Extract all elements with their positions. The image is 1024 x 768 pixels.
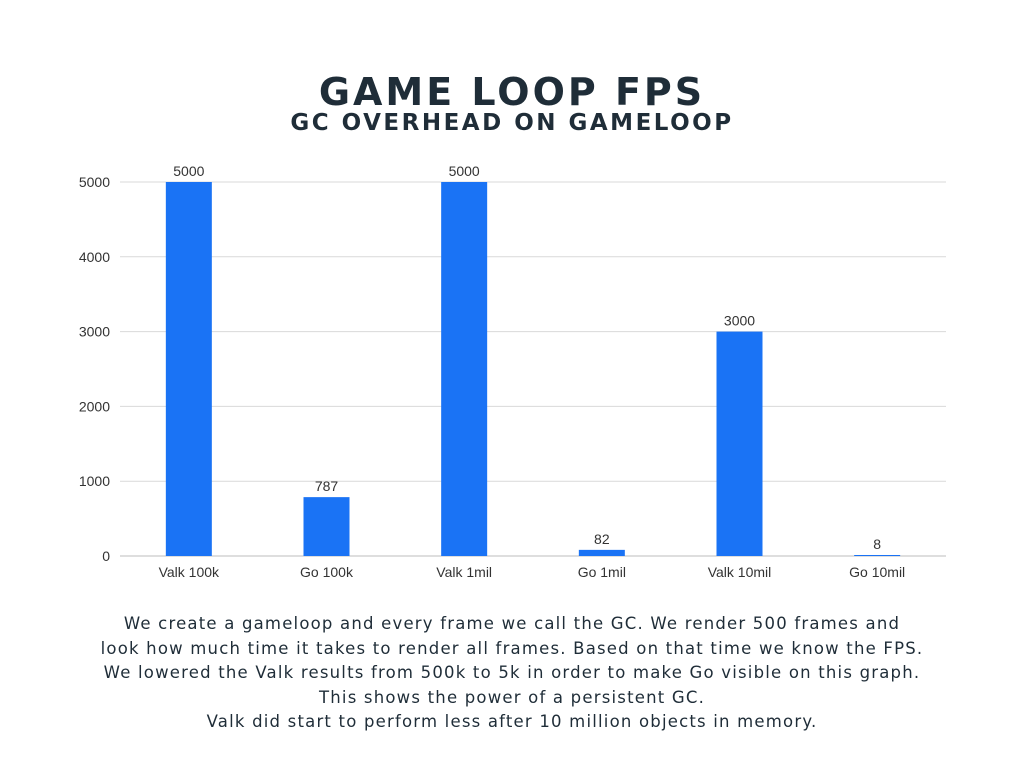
y-tick-label: 4000 bbox=[79, 249, 110, 265]
caption-line: look how much time it takes to render al… bbox=[100, 638, 924, 658]
x-tick-label: Go 1mil bbox=[578, 564, 626, 580]
x-tick-label: Valk 1mil bbox=[436, 564, 492, 580]
bar bbox=[854, 555, 901, 556]
y-tick-label: 3000 bbox=[79, 324, 110, 340]
data-label: 8 bbox=[873, 536, 881, 552]
caption-line: We create a gameloop and every frame we … bbox=[123, 614, 901, 633]
data-label: 82 bbox=[594, 531, 610, 547]
x-tick-label: Valk 10mil bbox=[708, 564, 772, 580]
caption-line: This shows the power of a persistent GC. bbox=[318, 687, 706, 707]
bar bbox=[303, 497, 350, 556]
data-label: 5000 bbox=[173, 163, 204, 179]
x-tick-label: Go 10mil bbox=[849, 564, 905, 580]
caption-line: We lowered the Valk results from 500k to… bbox=[103, 663, 921, 682]
data-label: 3000 bbox=[724, 313, 755, 329]
bar bbox=[165, 182, 212, 556]
bar bbox=[578, 549, 625, 556]
y-tick-label: 0 bbox=[102, 548, 110, 564]
caption-line: Valk did start to perform less after 10 … bbox=[206, 712, 818, 731]
x-tick-label: Go 100k bbox=[300, 564, 354, 580]
chart-caption: We create a gameloop and every frame we … bbox=[40, 612, 984, 735]
y-tick-label: 5000 bbox=[79, 174, 110, 190]
data-label: 5000 bbox=[449, 163, 480, 179]
y-tick-label: 2000 bbox=[79, 398, 110, 414]
bar bbox=[716, 331, 763, 556]
x-tick-label: Valk 100k bbox=[159, 564, 220, 580]
bar bbox=[441, 182, 488, 556]
data-label: 787 bbox=[315, 478, 339, 494]
y-tick-label: 1000 bbox=[79, 473, 110, 489]
bar-chart: 0 1000 2000 3000 4000 5000 5000 Valk 100k 787 Go … bbox=[79, 163, 946, 580]
